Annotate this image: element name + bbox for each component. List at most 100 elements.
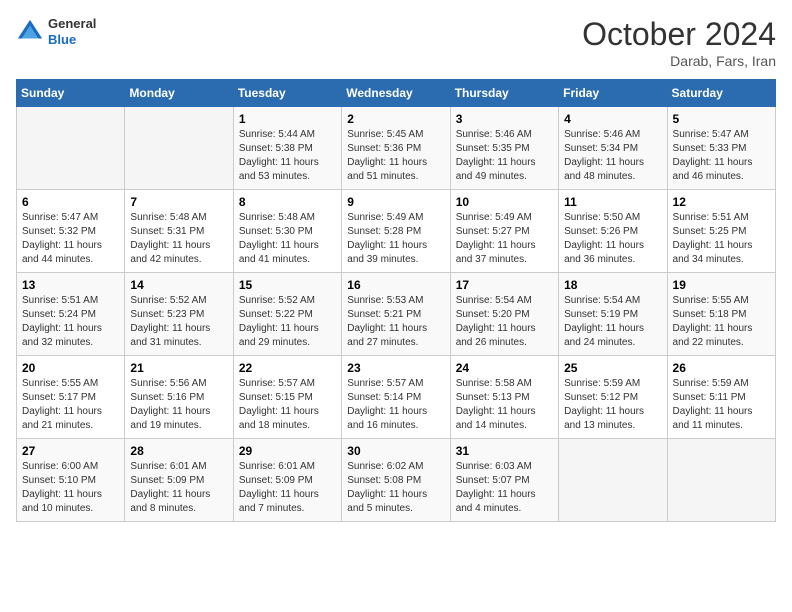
day-info: Sunrise: 6:01 AM Sunset: 5:09 PM Dayligh… [239,460,336,516]
day-cell: 6 Sunrise: 5:47 AM Sunset: 5:32 PM Daylig… [17,190,125,273]
day-cell: 3 Sunrise: 5:46 AM Sunset: 5:35 PM Daylig… [450,107,558,190]
day-info: Sunrise: 5:46 AM Sunset: 5:35 PM Dayligh… [456,128,553,184]
day-cell: 1 Sunrise: 5:44 AM Sunset: 5:38 PM Daylig… [233,107,341,190]
day-number: 13 [22,278,119,292]
day-number: 3 [456,112,553,126]
day-number: 26 [673,361,770,375]
day-cell: 22 Sunrise: 5:57 AM Sunset: 5:15 PM Dayli… [233,356,341,439]
day-number: 24 [456,361,553,375]
day-info: Sunrise: 5:54 AM Sunset: 5:20 PM Dayligh… [456,294,553,350]
day-number: 14 [130,278,227,292]
day-info: Sunrise: 6:02 AM Sunset: 5:08 PM Dayligh… [347,460,444,516]
day-info: Sunrise: 5:51 AM Sunset: 5:24 PM Dayligh… [22,294,119,350]
day-number: 21 [130,361,227,375]
day-number: 25 [564,361,661,375]
header-day-tuesday: Tuesday [233,80,341,107]
day-number: 5 [673,112,770,126]
day-number: 1 [239,112,336,126]
header: General Blue October 2024 Darab, Fars, I… [16,16,776,69]
header-row: SundayMondayTuesdayWednesdayThursdayFrid… [17,80,776,107]
day-info: Sunrise: 5:44 AM Sunset: 5:38 PM Dayligh… [239,128,336,184]
header-day-friday: Friday [559,80,667,107]
day-number: 28 [130,444,227,458]
day-cell: 13 Sunrise: 5:51 AM Sunset: 5:24 PM Dayli… [17,273,125,356]
header-day-sunday: Sunday [17,80,125,107]
day-info: Sunrise: 5:52 AM Sunset: 5:22 PM Dayligh… [239,294,336,350]
day-info: Sunrise: 5:54 AM Sunset: 5:19 PM Dayligh… [564,294,661,350]
day-info: Sunrise: 5:53 AM Sunset: 5:21 PM Dayligh… [347,294,444,350]
day-number: 22 [239,361,336,375]
logo: General Blue [16,16,96,47]
day-info: Sunrise: 5:56 AM Sunset: 5:16 PM Dayligh… [130,377,227,433]
day-cell: 12Sunrise: 5:51 AM Sunset: 5:25 PM Dayli… [667,190,775,273]
day-info: Sunrise: 5:49 AM Sunset: 5:27 PM Dayligh… [456,211,553,267]
day-number: 31 [456,444,553,458]
day-cell: 8 Sunrise: 5:48 AM Sunset: 5:30 PM Daylig… [233,190,341,273]
week-row-1: 1 Sunrise: 5:44 AM Sunset: 5:38 PM Daylig… [17,107,776,190]
day-cell [17,107,125,190]
day-info: Sunrise: 5:47 AM Sunset: 5:33 PM Dayligh… [673,128,770,184]
day-cell: 14 Sunrise: 5:52 AM Sunset: 5:23 PM Dayli… [125,273,233,356]
day-number: 12 [673,195,770,209]
header-day-saturday: Saturday [667,80,775,107]
day-cell: 18 Sunrise: 5:54 AM Sunset: 5:19 PM Dayli… [559,273,667,356]
day-number: 9 [347,195,444,209]
title-block: October 2024 Darab, Fars, Iran [582,16,776,69]
day-cell: 16Sunrise: 5:53 AM Sunset: 5:21 PM Dayli… [342,273,450,356]
day-cell: 19Sunrise: 5:55 AM Sunset: 5:18 PM Dayli… [667,273,775,356]
day-info: Sunrise: 5:52 AM Sunset: 5:23 PM Dayligh… [130,294,227,350]
day-info: Sunrise: 5:59 AM Sunset: 5:11 PM Dayligh… [673,377,770,433]
day-number: 11 [564,195,661,209]
day-number: 17 [456,278,553,292]
day-cell: 15 Sunrise: 5:52 AM Sunset: 5:22 PM Dayli… [233,273,341,356]
day-info: Sunrise: 5:48 AM Sunset: 5:30 PM Dayligh… [239,211,336,267]
day-cell [667,439,775,522]
calendar-table: SundayMondayTuesdayWednesdayThursdayFrid… [16,79,776,522]
page-container: General Blue October 2024 Darab, Fars, I… [0,0,792,532]
day-cell: 7Sunrise: 5:48 AM Sunset: 5:31 PM Daylig… [125,190,233,273]
day-number: 29 [239,444,336,458]
day-info: Sunrise: 5:57 AM Sunset: 5:15 PM Dayligh… [239,377,336,433]
logo-general-text: General [48,16,96,32]
day-cell [559,439,667,522]
day-number: 20 [22,361,119,375]
day-info: Sunrise: 5:59 AM Sunset: 5:12 PM Dayligh… [564,377,661,433]
day-info: Sunrise: 5:46 AM Sunset: 5:34 PM Dayligh… [564,128,661,184]
week-row-5: 27Sunrise: 6:00 AM Sunset: 5:10 PM Dayli… [17,439,776,522]
day-number: 18 [564,278,661,292]
day-number: 8 [239,195,336,209]
day-cell: 26 Sunrise: 5:59 AM Sunset: 5:11 PM Dayli… [667,356,775,439]
day-cell: 21 Sunrise: 5:56 AM Sunset: 5:16 PM Dayli… [125,356,233,439]
day-cell: 31Sunrise: 6:03 AM Sunset: 5:07 PM Dayli… [450,439,558,522]
day-info: Sunrise: 5:55 AM Sunset: 5:18 PM Dayligh… [673,294,770,350]
day-number: 30 [347,444,444,458]
day-cell: 29 Sunrise: 6:01 AM Sunset: 5:09 PM Dayli… [233,439,341,522]
day-cell: 4 Sunrise: 5:46 AM Sunset: 5:34 PM Daylig… [559,107,667,190]
day-cell [125,107,233,190]
day-info: Sunrise: 5:50 AM Sunset: 5:26 PM Dayligh… [564,211,661,267]
day-number: 2 [347,112,444,126]
month-title: October 2024 [582,16,776,53]
day-cell: 28 Sunrise: 6:01 AM Sunset: 5:09 PM Dayli… [125,439,233,522]
day-info: Sunrise: 5:48 AM Sunset: 5:31 PM Dayligh… [130,211,227,267]
day-info: Sunrise: 5:47 AM Sunset: 5:32 PM Dayligh… [22,211,119,267]
day-number: 4 [564,112,661,126]
day-info: Sunrise: 5:58 AM Sunset: 5:13 PM Dayligh… [456,377,553,433]
day-info: Sunrise: 6:01 AM Sunset: 5:09 PM Dayligh… [130,460,227,516]
day-cell: 17 Sunrise: 5:54 AM Sunset: 5:20 PM Dayli… [450,273,558,356]
header-day-wednesday: Wednesday [342,80,450,107]
day-cell: 27Sunrise: 6:00 AM Sunset: 5:10 PM Dayli… [17,439,125,522]
header-day-thursday: Thursday [450,80,558,107]
header-day-monday: Monday [125,80,233,107]
day-cell: 20 Sunrise: 5:55 AM Sunset: 5:17 PM Dayli… [17,356,125,439]
day-cell: 11 Sunrise: 5:50 AM Sunset: 5:26 PM Dayli… [559,190,667,273]
day-number: 27 [22,444,119,458]
day-info: Sunrise: 5:55 AM Sunset: 5:17 PM Dayligh… [22,377,119,433]
logo-icon [16,18,44,46]
logo-text: General Blue [48,16,96,47]
day-number: 15 [239,278,336,292]
logo-blue-text: Blue [48,32,96,48]
day-number: 6 [22,195,119,209]
week-row-2: 6 Sunrise: 5:47 AM Sunset: 5:32 PM Daylig… [17,190,776,273]
day-cell: 30 Sunrise: 6:02 AM Sunset: 5:08 PM Dayli… [342,439,450,522]
